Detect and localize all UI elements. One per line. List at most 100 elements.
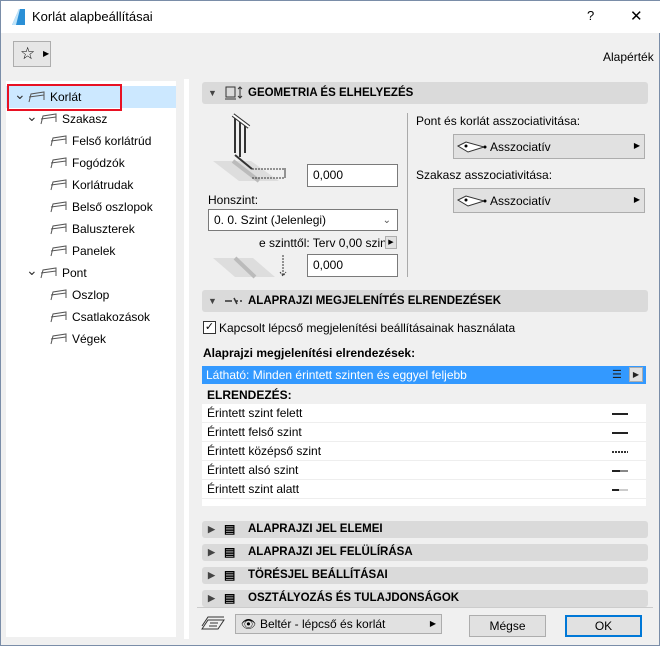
tree-item-label: Baluszterek xyxy=(72,222,135,236)
favorites-button[interactable]: ☆ ▶ xyxy=(13,41,51,67)
expand-chevron-icon[interactable]: ⌄ xyxy=(26,259,38,281)
tree-item-label: Végek xyxy=(72,332,107,346)
arrangement-row[interactable]: Érintett szint felett xyxy=(202,404,646,423)
chevron-down-icon: ⌄ xyxy=(382,215,391,226)
triangle-right-icon: ▶ xyxy=(388,239,394,246)
arrangement-row-label: Érintett szint felett xyxy=(207,406,303,420)
tree-item[interactable]: Baluszterek xyxy=(6,218,176,240)
triangle-right-icon: ▶ xyxy=(633,141,640,150)
arrangement-row-label: Érintett felső szint xyxy=(207,425,302,439)
segment-assoc-label: Szakasz asszociativitása: xyxy=(416,168,553,182)
post-icon xyxy=(50,289,67,301)
triangle-right-icon: ▶ xyxy=(633,195,640,204)
segment-assoc-value: Asszociatív xyxy=(490,194,551,208)
tree-item[interactable]: Felső korlátrúd xyxy=(6,130,176,152)
tree-item-label: Fogódzók xyxy=(72,156,125,170)
story-icon: ☰ xyxy=(612,369,622,381)
tree-item-label: Szakasz xyxy=(62,112,108,126)
tree-item[interactable]: Fogódzók xyxy=(6,152,176,174)
level-offset-diagram xyxy=(213,255,287,279)
ok-button[interactable]: OK xyxy=(565,615,642,637)
arrangement-row[interactable]: Érintett felső szint xyxy=(202,423,646,442)
symbol-line-icon xyxy=(225,297,242,305)
tree-item[interactable]: ⌄ Szakasz xyxy=(6,108,176,130)
tree-item[interactable]: Oszlop xyxy=(6,284,176,306)
symbol-line-icon: ▤ xyxy=(224,522,236,536)
linked-stair-checkbox[interactable]: ✓ xyxy=(203,321,216,334)
tree-item[interactable]: ⌄ Pont xyxy=(6,262,176,284)
section-header-collapsed[interactable]: ▶ ▤ OSZTÁLYOZÁS ÉS TULAJDONSÁGOK xyxy=(202,590,648,607)
cancel-button[interactable]: Mégse xyxy=(469,615,546,637)
view-value: Beltér - lépcső és korlát xyxy=(260,617,386,631)
line-style-icon xyxy=(612,489,628,491)
triangle-right-icon: ▶ xyxy=(43,49,50,58)
home-level-select[interactable]: 0. 0. Szint (Jelenlegi) ⌄ xyxy=(208,209,398,231)
tree-item[interactable]: Csatlakozások xyxy=(6,306,176,328)
section-header-collapsed[interactable]: ▶ ▤ ALAPRAJZI JEL FELÜLÍRÁSA xyxy=(202,544,648,561)
splitter[interactable] xyxy=(184,79,189,639)
handrail-icon xyxy=(50,157,67,169)
break-mark-icon: ▤ xyxy=(224,568,236,582)
display-option-menu-button[interactable]: ▶ xyxy=(629,367,643,382)
segment-icon xyxy=(40,113,57,125)
tree-item-label: Pont xyxy=(62,266,87,280)
divider xyxy=(407,113,408,277)
section-title: ALAPRAJZI JEL ELEMEI xyxy=(248,523,383,535)
top-rail-icon xyxy=(50,135,67,147)
point-assoc-value: Asszociatív xyxy=(490,140,551,154)
highlight-outline xyxy=(7,84,122,111)
help-button[interactable]: ? xyxy=(587,8,594,23)
end-icon xyxy=(50,333,67,345)
offset-label: e szinttől: Terv 0,00 szint xyxy=(259,236,391,250)
offset-input[interactable]: 0,000 xyxy=(307,254,398,277)
section-title: TÖRÉSJEL BEÁLLÍTÁSAI xyxy=(248,569,388,581)
collapse-arrow-icon: ▼ xyxy=(208,88,217,98)
tree-item[interactable]: Korlátrudak xyxy=(6,174,176,196)
tree-item[interactable]: Végek xyxy=(6,328,176,350)
document-icon: ▤ xyxy=(224,591,236,605)
arrangement-label: ELRENDEZÉS: xyxy=(207,388,292,402)
override-icon: ▤ xyxy=(224,545,236,559)
tree-item-label: Panelek xyxy=(72,244,116,258)
section-header-collapsed[interactable]: ▶ ▤ ALAPRAJZI JEL ELEMEI xyxy=(202,521,648,538)
height-input[interactable]: 0,000 xyxy=(307,164,398,187)
collapse-arrow-icon: ▼ xyxy=(208,296,217,306)
point-assoc-label: Pont és korlát asszociativitása: xyxy=(416,114,581,128)
railing-height-diagram xyxy=(213,113,286,183)
title-bar: Korlát alapbeállításai ? ✕ xyxy=(1,1,660,33)
line-style-icon xyxy=(612,413,628,415)
line-style-icon xyxy=(612,470,628,472)
geometry-icon xyxy=(225,86,243,100)
tree-item-label: Csatlakozások xyxy=(72,310,151,324)
tree-item[interactable]: Belső oszlopok xyxy=(6,196,176,218)
list-padding xyxy=(202,499,646,506)
expand-arrow-icon: ▶ xyxy=(208,524,215,534)
view-select-button[interactable]: 👁 Beltér - lépcső és korlát ▶ xyxy=(235,614,442,634)
post-node-icon xyxy=(40,267,57,279)
section-title: ALAPRAJZI JEL FELÜLÍRÁSA xyxy=(248,546,413,558)
section-geometry-header[interactable]: ▼ GEOMETRIA ÉS ELHELYEZÉS xyxy=(202,82,648,104)
close-button[interactable]: ✕ xyxy=(630,7,643,25)
linked-stair-label: Kapcsolt lépcső megjelenítési beállítása… xyxy=(219,321,516,335)
panel-icon xyxy=(50,245,67,257)
section-floorplan-header[interactable]: ▼ ALAPRAJZI MEGJELENÍTÉS ELRENDEZÉSEK xyxy=(202,290,648,312)
arrangement-row[interactable]: Érintett alsó szint xyxy=(202,461,646,480)
section-header-collapsed[interactable]: ▶ ▤ TÖRÉSJEL BEÁLLÍTÁSAI xyxy=(202,567,648,584)
home-level-value: 0. 0. Szint (Jelenlegi) xyxy=(214,213,327,227)
segment-assoc-button[interactable]: Asszociatív ▶ xyxy=(453,188,645,213)
offset-menu-button[interactable]: ▶ xyxy=(385,236,397,249)
line-style-icon xyxy=(612,432,628,434)
arrangement-row[interactable]: Érintett szint alatt xyxy=(202,480,646,499)
footer-divider xyxy=(197,607,653,608)
star-icon: ☆ xyxy=(20,44,36,63)
triangle-right-icon: ▶ xyxy=(429,619,436,628)
archicad-logo-icon xyxy=(12,9,25,25)
connection-icon xyxy=(50,311,67,323)
display-option-select[interactable]: Látható: Minden érintett szinten és eggy… xyxy=(202,366,646,384)
point-assoc-button[interactable]: Asszociatív ▶ xyxy=(453,134,645,159)
preset-label: Alapérték xyxy=(603,50,654,64)
tree-item-label: Felső korlátrúd xyxy=(72,134,152,148)
arrangement-row[interactable]: Érintett középső szint xyxy=(202,442,646,461)
arrangement-row-label: Érintett szint alatt xyxy=(207,482,300,496)
section-title: OSZTÁLYOZÁS ÉS TULAJDONSÁGOK xyxy=(248,592,460,604)
